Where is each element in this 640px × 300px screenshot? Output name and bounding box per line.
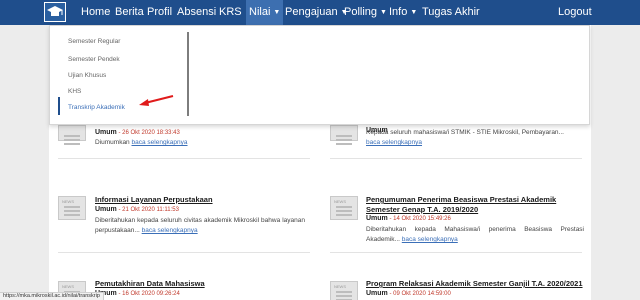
news-category: Umum [366,290,388,297]
browser-status-bar: https://mka.mikroskil.ac.id/nilai/transk… [0,292,104,300]
nav-pengajuan-label: Pengajuan [285,6,338,18]
news-date: - 16 Okt 2020 09:26:24 [118,291,180,297]
nav-nilai[interactable]: Nilai ▼ [246,0,284,25]
thumb-label: NEWS [334,284,346,289]
divider [330,158,582,159]
nav-polling[interactable]: Polling ▼ [344,0,387,25]
news-date: - 09 Okt 2020 14:59:00 [389,291,451,297]
menu-item-transkrip-akademik[interactable]: Transkrip Akademik [68,104,125,111]
news-title[interactable]: Pengumuman Penerima Beasiswa Prestasi Ak… [366,195,584,215]
menu-item-semester-regular[interactable]: Semester Regular [68,38,120,45]
nav-nilai-label: Nilai [249,6,271,18]
nav-tugas-akhir[interactable]: Tugas Akhir [422,0,480,25]
divider [58,252,310,253]
nav-profil[interactable]: Profil [147,0,172,25]
nav-krs-label: KRS [219,6,242,18]
read-more-link[interactable]: baca selengkapnya [132,139,188,146]
news-thumbnail[interactable]: NEWS [58,196,86,220]
read-more-link[interactable]: baca selengkapnya [402,236,458,243]
nav-absensi[interactable]: Absensi [177,0,216,25]
thumb-label: NEWS [62,284,74,289]
news-description: Diberitahukan kepada Mahasiswa/i penerim… [366,225,584,245]
nav-berita[interactable]: Berita [115,0,144,25]
nilai-dropdown-menu: Semester Regular Semester Pendek Ujian K… [49,25,590,125]
chevron-down-icon: ▼ [273,9,281,16]
news-date: - 14 Okt 2020 15:49:26 [389,216,451,222]
menu-item-semester-pendek[interactable]: Semester Pendek [68,56,120,63]
dropdown-scrollbar[interactable] [187,32,189,116]
thumb-label: NEWS [334,199,346,204]
red-arrow-pointer [139,95,174,106]
news-thumbnail[interactable]: NEWS [330,281,358,300]
news-thumbnail[interactable] [330,125,358,141]
news-date: - 21 Okt 2020 11:11:53 [118,207,179,213]
news-category: Umum [95,206,117,213]
read-more-link[interactable]: baca selengkapnya [142,227,198,234]
news-desc-text: Kepada seluruh mahasiswa/i STMIK - STIE … [366,129,564,136]
nav-pengajuan[interactable]: Pengajuan ▼ [285,0,348,25]
news-thumbnail[interactable] [58,125,86,141]
news-thumbnail[interactable]: NEWS [330,196,358,220]
news-meta: Umum - 09 Okt 2020 14:59:00 [366,290,451,297]
graduation-cap-icon[interactable] [44,2,66,22]
news-meta: Umum - 26 Okt 2020 18:33:43 [95,129,180,136]
news-description: Kepada seluruh mahasiswa/i STMIK - STIE … [366,128,584,148]
nav-info[interactable]: Info ▼ [389,0,417,25]
news-desc-text: Diberitahukan kepada seluruh civitas aka… [95,217,305,234]
top-navbar: Home Berita Profil Absensi KRS▼ Nilai▼ P… [0,0,640,25]
news-date: - 26 Okt 2020 18:33:43 [118,130,180,136]
menu-item-ujian-khusus[interactable]: Ujian Khusus [68,72,106,79]
news-meta: Umum - 16 Okt 2020 09:26:24 [95,290,180,297]
logout-button[interactable]: Logout [558,0,592,25]
news-title[interactable]: Informasi Layanan Perpustakaan [95,195,213,204]
thumb-label: NEWS [62,199,74,204]
news-meta: Umum - 14 Okt 2020 15:49:26 [366,215,451,222]
read-more-link[interactable]: baca selengkapnya [366,139,422,146]
news-description: Diberitahukan kepada seluruh civitas aka… [95,216,305,236]
news-category: Umum [366,215,388,222]
chevron-down-icon: ▼ [380,9,387,16]
news-category: Umum [95,129,117,136]
divider [58,158,310,159]
divider [330,252,582,253]
news-title[interactable]: Program Relaksasi Akademik Semester Ganj… [366,279,583,288]
nav-info-label: Info [389,6,408,18]
nav-home[interactable]: Home [81,0,110,25]
news-desc-text: Diumumkan [95,139,130,146]
nav-polling-label: Polling [344,6,378,18]
news-desc-text: Diberitahukan kepada Mahasiswa/i penerim… [366,226,584,243]
chevron-down-icon: ▼ [410,9,418,16]
news-description: Diumumkan baca selengkapnya [95,138,295,148]
menu-item-khs[interactable]: KHS [68,88,81,95]
selected-item-marker [58,97,60,115]
news-meta: Umum - 21 Okt 2020 11:11:53 [95,206,179,213]
news-title[interactable]: Pemutakhiran Data Mahasiswa [95,279,205,288]
